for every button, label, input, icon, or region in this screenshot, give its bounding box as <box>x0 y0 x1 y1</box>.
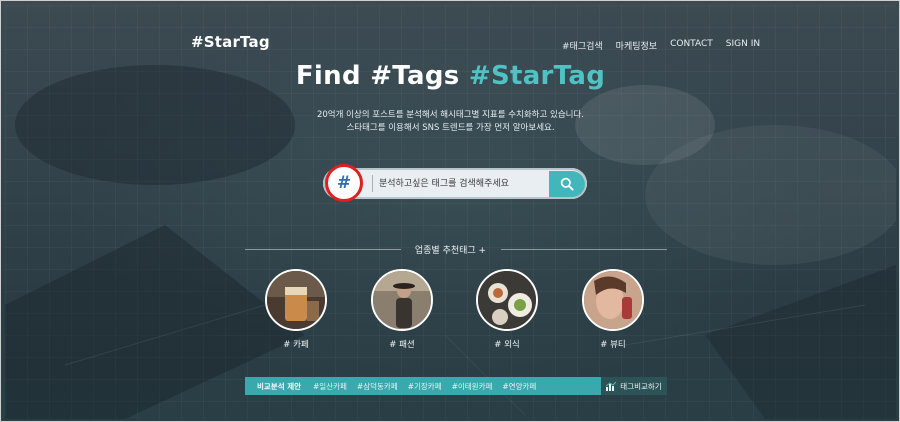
compare-tag[interactable]: #삼덕동카페 <box>357 381 398 392</box>
category-beauty-label: # 뷰티 <box>600 340 626 350</box>
recommend-section-title[interactable]: 업종별 추천태그 + <box>5 243 896 256</box>
hero-description-line1: 20억개 이상의 포스트를 분석해서 해시태그별 지표를 수치화하고 있습니다. <box>316 110 585 120</box>
coffee-photo <box>267 271 325 329</box>
tag-compare-button[interactable]: 태그비교하기 <box>601 377 667 395</box>
compare-tag[interactable]: #연양카페 <box>502 381 536 392</box>
category-beauty-image[interactable] <box>582 269 644 331</box>
page-background: #StarTag #태그검색 마케팅정보 CONTACT SIGN IN Fin… <box>5 5 896 419</box>
category-dining-image[interactable] <box>476 269 538 331</box>
compare-suggestion-bar: 비교분석 제안 #일산카페 #삼덕동카페 #기장카페 #이태원카페 #연양카페 <box>245 377 601 395</box>
bar-chart-icon <box>606 381 617 391</box>
nav-tag-search[interactable]: #태그검색 <box>562 39 603 52</box>
category-cafe-image[interactable] <box>265 269 327 331</box>
fashion-photo <box>373 271 431 329</box>
category-beauty[interactable]: # 뷰티 <box>580 269 646 350</box>
category-fashion-label: # 패션 <box>389 340 415 350</box>
hero-title: Find #Tags #StarTag <box>5 61 896 91</box>
nav-marketing-info[interactable]: 마케팅정보 <box>616 39 657 52</box>
nav-sign-in[interactable]: SIGN IN <box>726 39 760 52</box>
browser-frame: #StarTag #태그검색 마케팅정보 CONTACT SIGN IN Fin… <box>0 0 900 422</box>
category-cafe[interactable]: # 카페 <box>263 269 329 350</box>
nav-contact[interactable]: CONTACT <box>670 39 713 52</box>
hero-title-main: Find #Tags <box>295 61 460 91</box>
search-icon <box>560 177 574 191</box>
category-fashion[interactable]: # 패션 <box>369 269 435 350</box>
compare-tag[interactable]: #기장카페 <box>408 381 442 392</box>
category-cafe-label: # 카페 <box>283 340 309 350</box>
search-input[interactable] <box>379 176 547 192</box>
tag-compare-button-label: 태그비교하기 <box>620 381 662 391</box>
category-dining[interactable]: # 외식 <box>474 269 540 350</box>
search-button[interactable] <box>549 171 585 197</box>
compare-suggestion-title: 비교분석 제안 <box>257 381 302 391</box>
beauty-photo <box>584 271 642 329</box>
hashtag-icon: # <box>336 173 352 193</box>
dining-photo <box>478 271 536 329</box>
category-dining-label: # 외식 <box>494 340 520 350</box>
top-nav: #태그검색 마케팅정보 CONTACT SIGN IN <box>562 39 760 52</box>
compare-tag[interactable]: #일산카페 <box>313 381 347 392</box>
site-logo[interactable]: #StarTag <box>191 33 270 51</box>
category-fashion-image[interactable] <box>371 269 433 331</box>
search-divider <box>372 175 373 192</box>
hero-title-brand: #StarTag <box>468 61 606 91</box>
hero-description-line2: 스타태그를 이용해서 SNS 트렌드를 가장 먼저 알아보세요. <box>346 123 555 133</box>
hashtag-toggle[interactable]: # <box>325 164 363 202</box>
compare-tag[interactable]: #이태원카페 <box>452 381 493 392</box>
